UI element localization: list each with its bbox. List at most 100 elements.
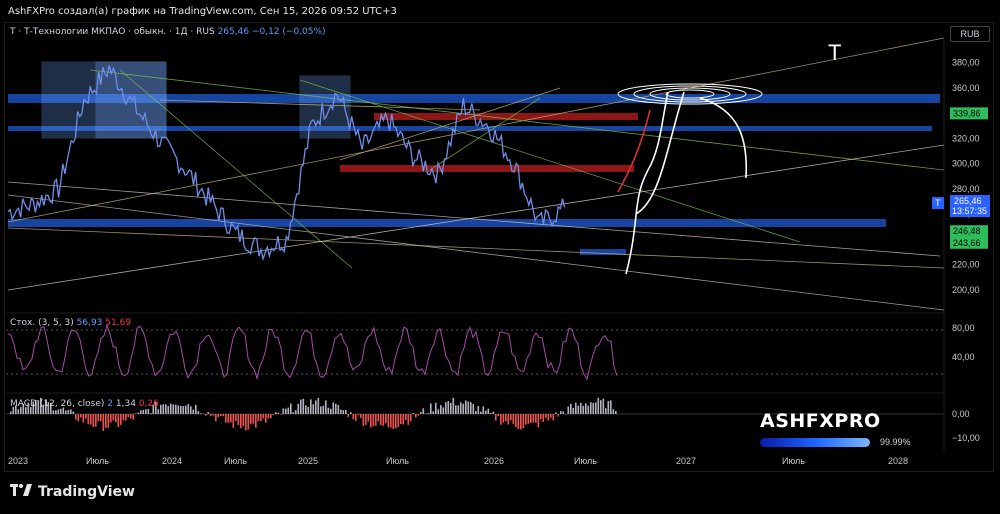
time-tick-label: 2025 xyxy=(298,456,318,466)
macd-legend[interactable]: MACD (12, 26, close) 2 1,34 0,26 xyxy=(10,399,159,409)
macd-histogram-bar xyxy=(370,414,372,428)
macd-params: (12, 26, close) xyxy=(39,399,105,409)
macd-histogram-bar xyxy=(147,408,150,414)
macd-histogram-bar xyxy=(575,402,577,414)
macd-histogram-bar xyxy=(507,414,510,425)
macd-histogram-bar xyxy=(105,414,107,428)
macd-histogram-bar xyxy=(272,414,275,416)
macd-histogram-bar xyxy=(240,414,242,429)
tradingview-footer[interactable]: TradingView xyxy=(10,484,135,500)
price-tick-label: 200,00 xyxy=(952,285,980,295)
macd-histogram-bar xyxy=(610,400,612,414)
macd-histogram-bar xyxy=(70,409,72,414)
macd-histogram-bar xyxy=(10,411,12,414)
macd-histogram-bar xyxy=(287,407,290,414)
macd-histogram-bar xyxy=(57,409,60,414)
macd-histogram-bar xyxy=(362,414,365,426)
macd-histogram-bar xyxy=(492,411,495,414)
macd-histogram-bar xyxy=(100,414,102,422)
macd-histogram-bar xyxy=(580,402,582,414)
macd-histogram-bar xyxy=(550,414,552,418)
macd-histogram-bar xyxy=(467,401,470,414)
macd-histogram-bar xyxy=(432,411,435,414)
macd-histogram-bar xyxy=(472,404,475,414)
time-tick-label: Июль xyxy=(224,456,247,466)
macd-histogram-bar xyxy=(602,398,605,414)
macd-histogram-bar xyxy=(177,405,180,414)
price-change: −0,12 (−0,05%) xyxy=(251,27,326,37)
macd-histogram-bar xyxy=(570,403,572,414)
macd-histogram-bar xyxy=(277,412,280,414)
macd-histogram-bar xyxy=(360,414,362,418)
macd-histogram-bar xyxy=(247,414,250,430)
macd-histogram-bar xyxy=(587,405,590,414)
macd-histogram-bar xyxy=(545,414,547,418)
macd-histogram-bar xyxy=(607,401,610,414)
macd-histogram-bar xyxy=(245,414,247,431)
macd-histogram-bar xyxy=(102,414,105,431)
macd-histogram-bar xyxy=(192,409,195,414)
range-box xyxy=(299,75,351,139)
support-zone xyxy=(8,219,886,227)
macd-histogram-bar xyxy=(17,409,20,414)
stoch-legend[interactable]: Стох. (3, 5, 3) 56,93 51,69 xyxy=(10,318,131,328)
macd-histogram-bar xyxy=(565,414,567,415)
stoch-tick-label: 40,00 xyxy=(952,352,975,362)
current-price-tag: 265,46 xyxy=(954,196,982,206)
macd-histogram-bar xyxy=(235,414,237,421)
macd-histogram-bar xyxy=(427,413,430,414)
macd-histogram-bar xyxy=(162,404,165,414)
macd-histogram-bar xyxy=(327,407,330,414)
macd-histogram-bar xyxy=(125,414,127,421)
time-tick-label: 2028 xyxy=(888,456,908,466)
symbol-legend[interactable]: Т · Т-Технологии МКПАО · обыкн. · 1Д · R… xyxy=(10,27,326,37)
macd-histogram-bar xyxy=(227,414,230,423)
macd-histogram-bar xyxy=(262,414,265,419)
macd-histogram-bar xyxy=(145,409,147,414)
macd-histogram-bar xyxy=(342,410,345,414)
macd-histogram-bar xyxy=(387,414,390,428)
last-price: 265,46 xyxy=(217,27,250,37)
macd-histogram-bar xyxy=(542,414,545,422)
macd-histogram-bar xyxy=(205,414,207,416)
macd-histogram-bar xyxy=(170,403,172,414)
macd-histogram-bar xyxy=(127,414,130,418)
macd-histogram-bar xyxy=(160,404,162,414)
macd-histogram-bar xyxy=(605,408,607,414)
macd-histogram-bar xyxy=(275,412,277,414)
drawing-label: T xyxy=(828,40,841,65)
macd-histogram-bar xyxy=(332,402,335,414)
projection-red-path xyxy=(617,109,651,193)
stoch-label: Стох. xyxy=(10,318,36,328)
macd-histogram-bar xyxy=(257,414,260,422)
macd-histogram-bar xyxy=(382,414,385,426)
stoch-tick-label: 80,00 xyxy=(952,323,975,333)
macd-histogram-bar xyxy=(110,414,112,423)
macd-histogram-bar xyxy=(557,414,560,417)
macd-histogram-bar xyxy=(317,397,320,414)
macd-histogram-bar xyxy=(547,414,550,421)
macd-histogram-bar xyxy=(67,410,70,414)
macd-histogram-bar xyxy=(325,400,327,414)
macd-histogram-bar xyxy=(215,414,217,422)
macd-histogram-bar xyxy=(520,414,522,430)
macd-histogram-bar xyxy=(352,414,355,420)
macd-histogram-bar xyxy=(322,405,325,414)
macd-histogram-bar xyxy=(407,414,410,425)
macd-histogram-bar xyxy=(532,414,535,423)
macd-histogram-bar xyxy=(300,399,302,414)
macd-histogram-bar xyxy=(537,414,540,428)
macd-histogram-bar xyxy=(255,414,257,428)
macd-histogram-bar xyxy=(535,414,537,423)
macd-histogram-bar xyxy=(597,397,600,414)
macd-value-3: 0,26 xyxy=(138,399,159,409)
macd-histogram-bar xyxy=(455,405,457,414)
macd-tick-label: 0,00 xyxy=(952,409,970,419)
macd-histogram-bar xyxy=(475,411,477,414)
currency-button[interactable]: RUB xyxy=(950,26,990,42)
macd-histogram-bar xyxy=(220,414,222,417)
macd-histogram-bar xyxy=(447,401,450,414)
macd-histogram-bar xyxy=(55,410,57,414)
price-tick-label: 380,00 xyxy=(952,58,980,68)
macd-histogram-bar xyxy=(402,414,405,425)
